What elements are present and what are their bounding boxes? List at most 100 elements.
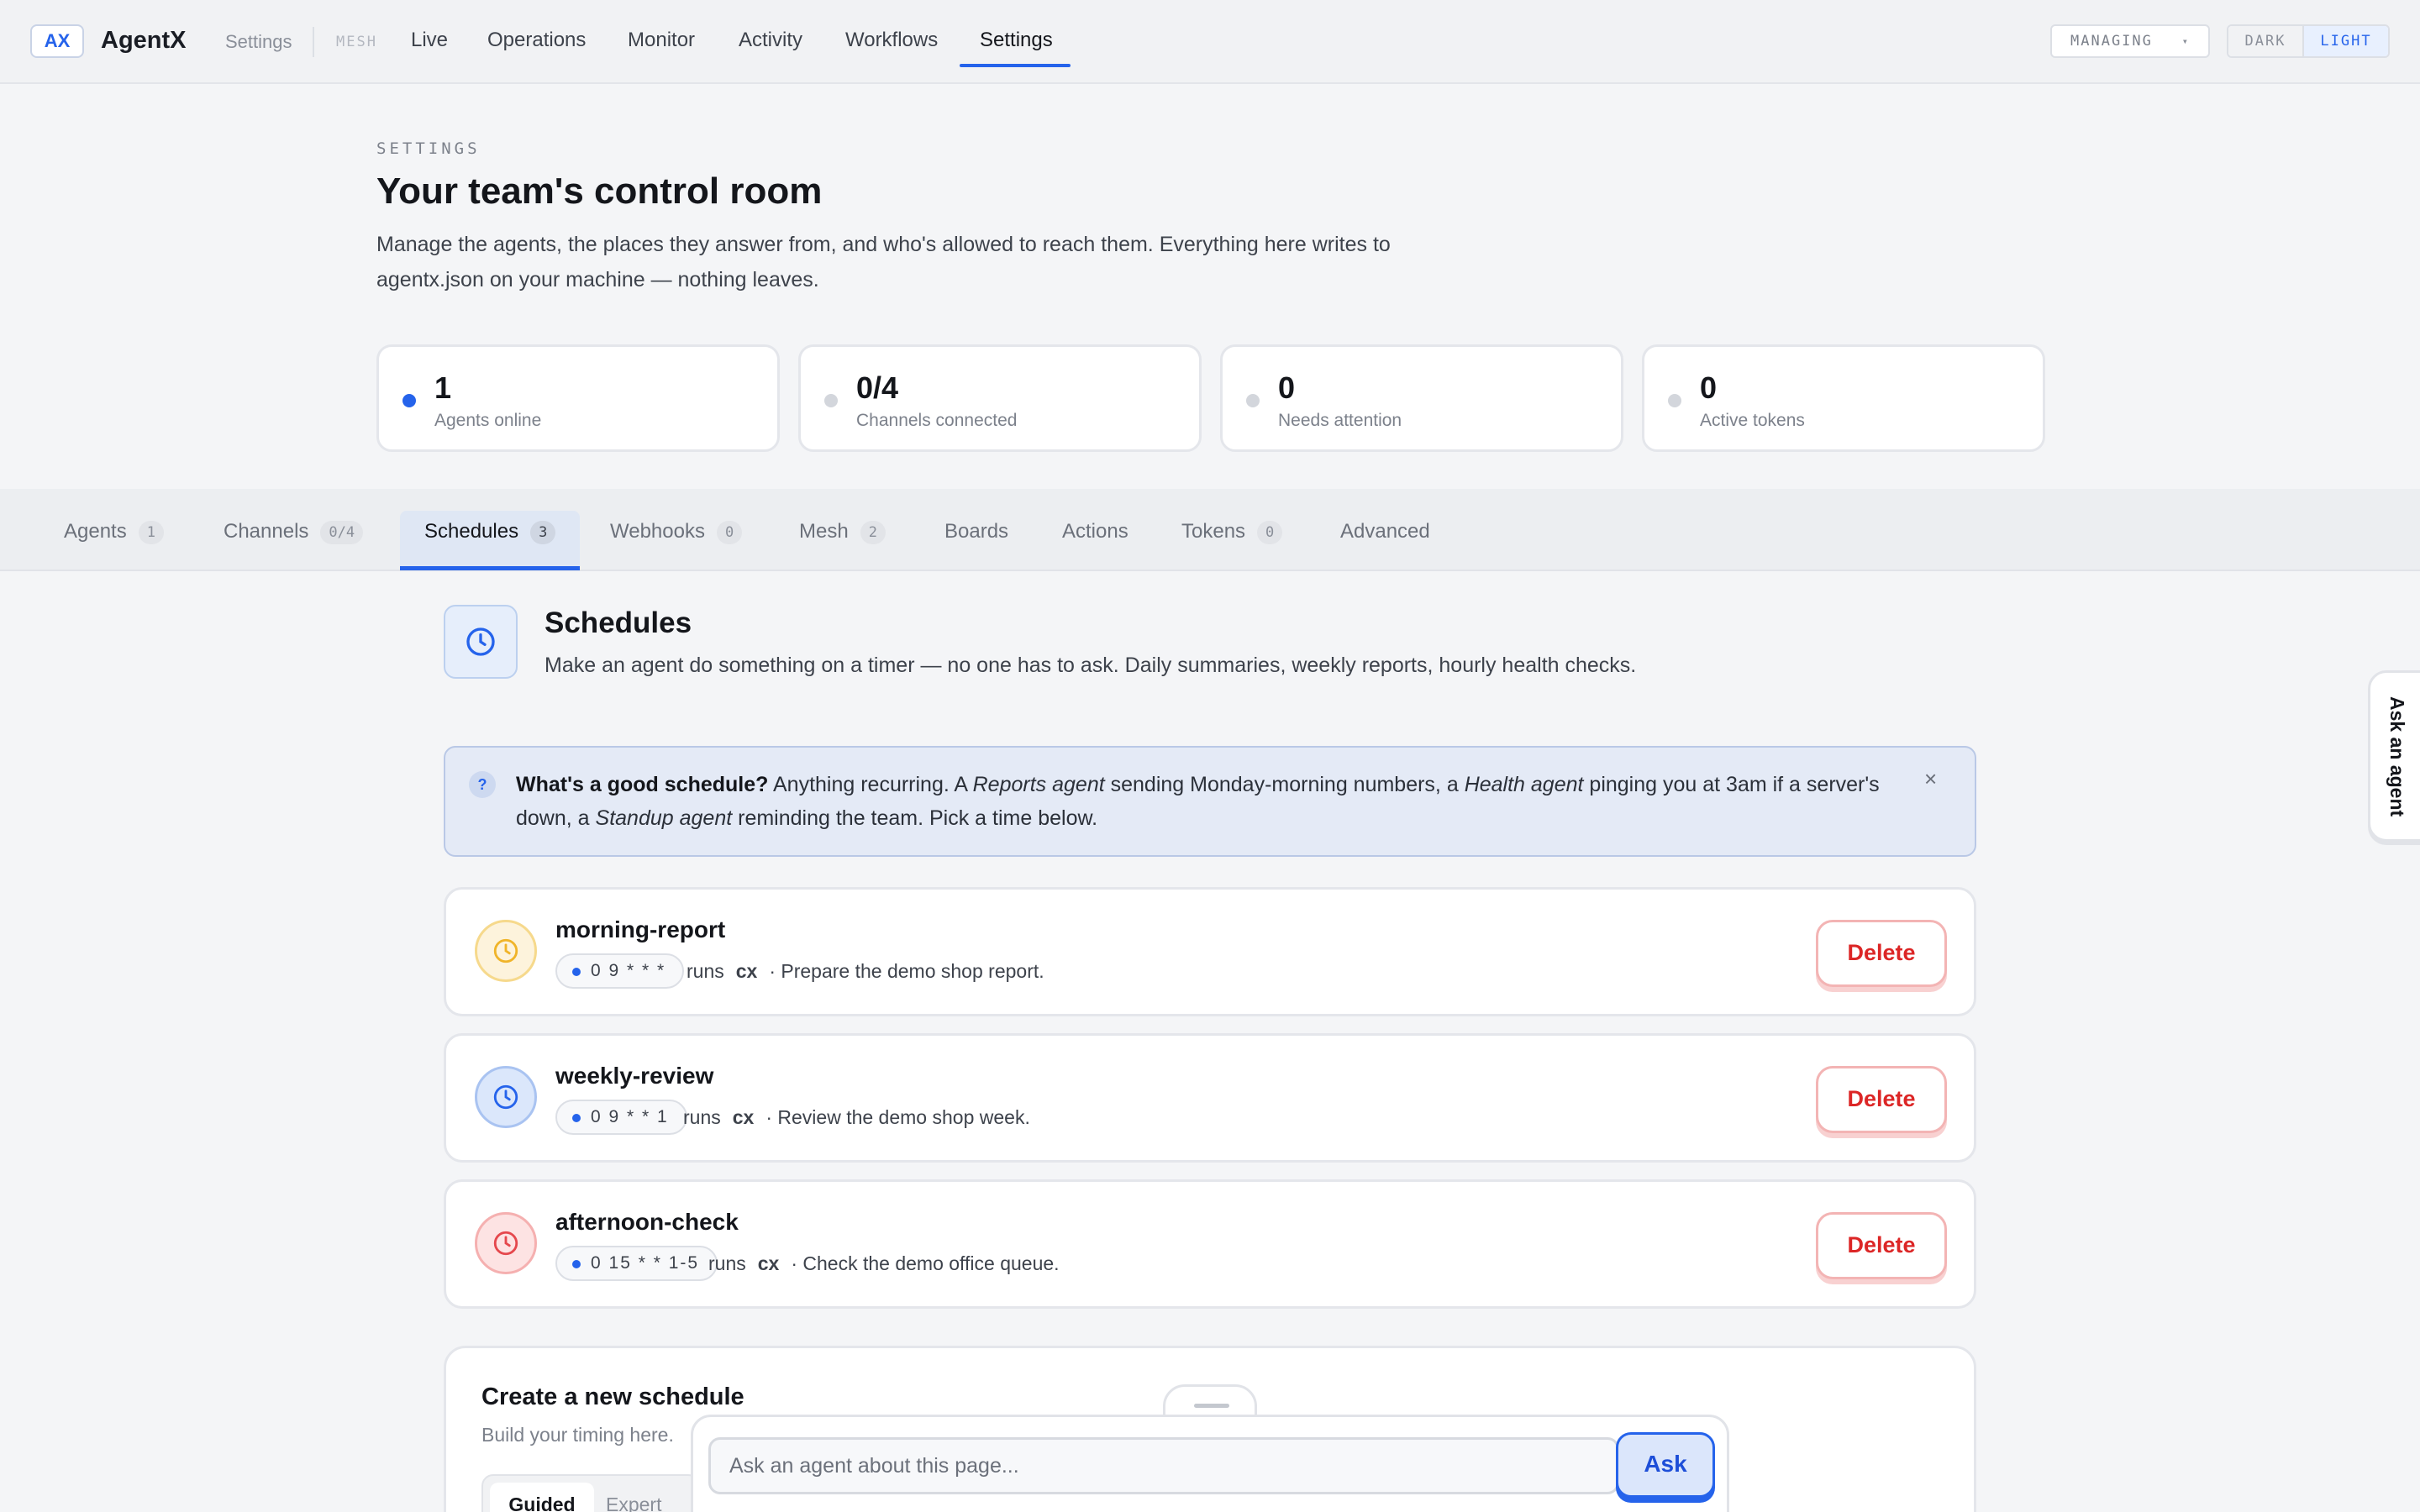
tip-text: What's a good schedule? Anything recurri… [516, 768, 1894, 835]
tab-count-badge: 3 [530, 520, 556, 544]
status-dot [402, 394, 416, 407]
clock-icon [475, 1212, 537, 1274]
mesh-tag: MESH [336, 34, 377, 50]
schedule-name: afternoon-check [555, 1209, 739, 1235]
tab-label: Tokens [1181, 520, 1246, 543]
runs-label: runs [708, 1252, 746, 1274]
stat-channels-connected: 0/4 Channels connected [798, 344, 1202, 452]
schedule-task: · Review the demo shop week. [765, 1106, 1030, 1128]
tip-banner: ? What's a good schedule? Anything recur… [444, 746, 1976, 857]
stat-value: 1 [434, 370, 452, 405]
schedule-card: morning-report 0 9 * * * runs cx · Prepare… [444, 887, 1976, 1016]
create-schedule-subtitle: Build your timing here. [481, 1424, 674, 1446]
theme-toggle: DARK LIGHT [2227, 24, 2390, 58]
tab-label: Advanced [1340, 520, 1430, 543]
tab-agents[interactable]: Agents 1 [64, 511, 164, 553]
stat-active-tokens: 0 Active tokens [1642, 344, 2045, 452]
status-dot [1668, 394, 1681, 407]
tab-boards[interactable]: Boards [944, 511, 1008, 553]
nav-operations[interactable]: Operations [487, 29, 586, 52]
tip-part: Anything recurring. A [768, 773, 973, 796]
tip-part: sending Monday-morning numbers, a [1104, 773, 1465, 796]
tip-lead: What's a good schedule? [516, 773, 769, 796]
stat-value: 0 [1278, 370, 1296, 405]
managing-dropdown[interactable]: MANAGING ▾ [2050, 24, 2210, 58]
schedule-meta: runs cx · Review the demo shop week. [683, 1106, 1030, 1129]
schedule-meta: runs cx · Prepare the demo shop report. [687, 960, 1044, 983]
schedule-card: afternoon-check 0 15 * * 1-5 runs cx · Che… [444, 1179, 1976, 1309]
cron-expression-badge: 0 9 * * 1 [555, 1100, 687, 1135]
tab-tokens[interactable]: Tokens 0 [1181, 511, 1283, 553]
cron-expression-badge: 0 9 * * * [555, 953, 685, 989]
agent-name: cx [732, 1106, 755, 1128]
section-title: Schedules [544, 606, 692, 639]
runs-label: runs [683, 1106, 721, 1128]
tab-label: Boards [944, 520, 1009, 543]
chevron-down-icon: ▾ [2181, 35, 2190, 47]
tip-emphasis: Standup agent [595, 806, 733, 830]
tab-schedules[interactable]: Schedules 3 [424, 511, 556, 553]
mode-guided-button[interactable]: Guided [490, 1483, 594, 1512]
nav-settings[interactable]: Settings [980, 29, 1053, 52]
clock-icon [475, 1066, 537, 1128]
app-logo[interactable]: AX [30, 24, 84, 58]
clock-icon [444, 605, 518, 679]
tab-label: Mesh [799, 520, 849, 543]
tab-label: Channels [224, 520, 309, 543]
nav-activity[interactable]: Activity [739, 29, 802, 52]
tab-label: Webhooks [610, 520, 705, 543]
theme-light-button[interactable]: LIGHT [2304, 26, 2388, 56]
ask-input[interactable] [708, 1437, 1619, 1494]
tip-emphasis: Health agent [1464, 773, 1584, 796]
mode-expert-button[interactable]: Expert [606, 1483, 661, 1512]
agent-name: cx [757, 1252, 780, 1274]
stat-label: Needs attention [1278, 411, 1402, 430]
create-schedule-title: Create a new schedule [481, 1383, 744, 1410]
tab-advanced[interactable]: Advanced [1340, 511, 1430, 553]
side-tab-label: Ask an agent [2386, 696, 2408, 817]
tab-active-indicator [400, 566, 580, 570]
nav-monitor[interactable]: Monitor [628, 29, 695, 52]
top-bar: AX AgentX Settings MESH Live Operations … [0, 0, 2420, 84]
stat-label: Agents online [434, 411, 542, 430]
delete-button[interactable]: Delete [1816, 1066, 1947, 1133]
runs-label: runs [687, 960, 724, 982]
schedule-task: · Prepare the demo shop report. [769, 960, 1044, 982]
tab-mesh[interactable]: Mesh 2 [799, 511, 886, 553]
stat-label: Channels connected [856, 411, 1018, 430]
schedule-task: · Check the demo office queue. [791, 1252, 1060, 1274]
cron-expression-badge: 0 15 * * 1-5 [555, 1246, 718, 1281]
nav-live[interactable]: Live [411, 29, 448, 52]
stat-value: 0/4 [856, 370, 899, 405]
schedule-meta: runs cx · Check the demo office queue. [708, 1252, 1060, 1275]
page-description: Manage the agents, the places they answe… [376, 233, 1391, 291]
section-description: Make an agent do something on a timer — … [544, 654, 1637, 677]
tab-count-badge: 0 [716, 520, 743, 544]
close-icon[interactable]: × [1924, 766, 1937, 792]
schedule-name: morning-report [555, 916, 726, 942]
page-eyebrow: SETTINGS [376, 139, 481, 158]
divider [313, 27, 314, 57]
ask-button[interactable]: Ask [1616, 1432, 1715, 1498]
tab-count-badge: 1 [138, 520, 164, 544]
delete-button[interactable]: Delete [1816, 1212, 1947, 1279]
page-title: Your team's control room [376, 171, 823, 212]
nav-workflows[interactable]: Workflows [845, 29, 938, 52]
schedule-card: weekly-review 0 9 * * 1 runs cx · Review t… [444, 1033, 1976, 1163]
delete-button[interactable]: Delete [1816, 920, 1947, 987]
nav-active-indicator [960, 64, 1071, 67]
tab-webhooks[interactable]: Webhooks 0 [610, 511, 743, 553]
brand-name[interactable]: AgentX [101, 27, 187, 55]
tab-count-badge: 2 [860, 520, 886, 544]
tab-label: Actions [1062, 520, 1128, 543]
tab-channels[interactable]: Channels 0/4 [224, 511, 364, 553]
tab-label: Agents [64, 520, 127, 543]
ask-panel: Ask [691, 1415, 1729, 1512]
theme-dark-button[interactable]: DARK [2228, 26, 2304, 56]
ask-agent-side-tab[interactable]: Ask an agent [2368, 670, 2420, 842]
help-icon: ? [469, 771, 496, 798]
stat-needs-attention: 0 Needs attention [1220, 344, 1623, 452]
status-dot [1246, 394, 1260, 407]
tab-actions[interactable]: Actions [1062, 511, 1128, 553]
stat-agents-online: 1 Agents online [376, 344, 780, 452]
